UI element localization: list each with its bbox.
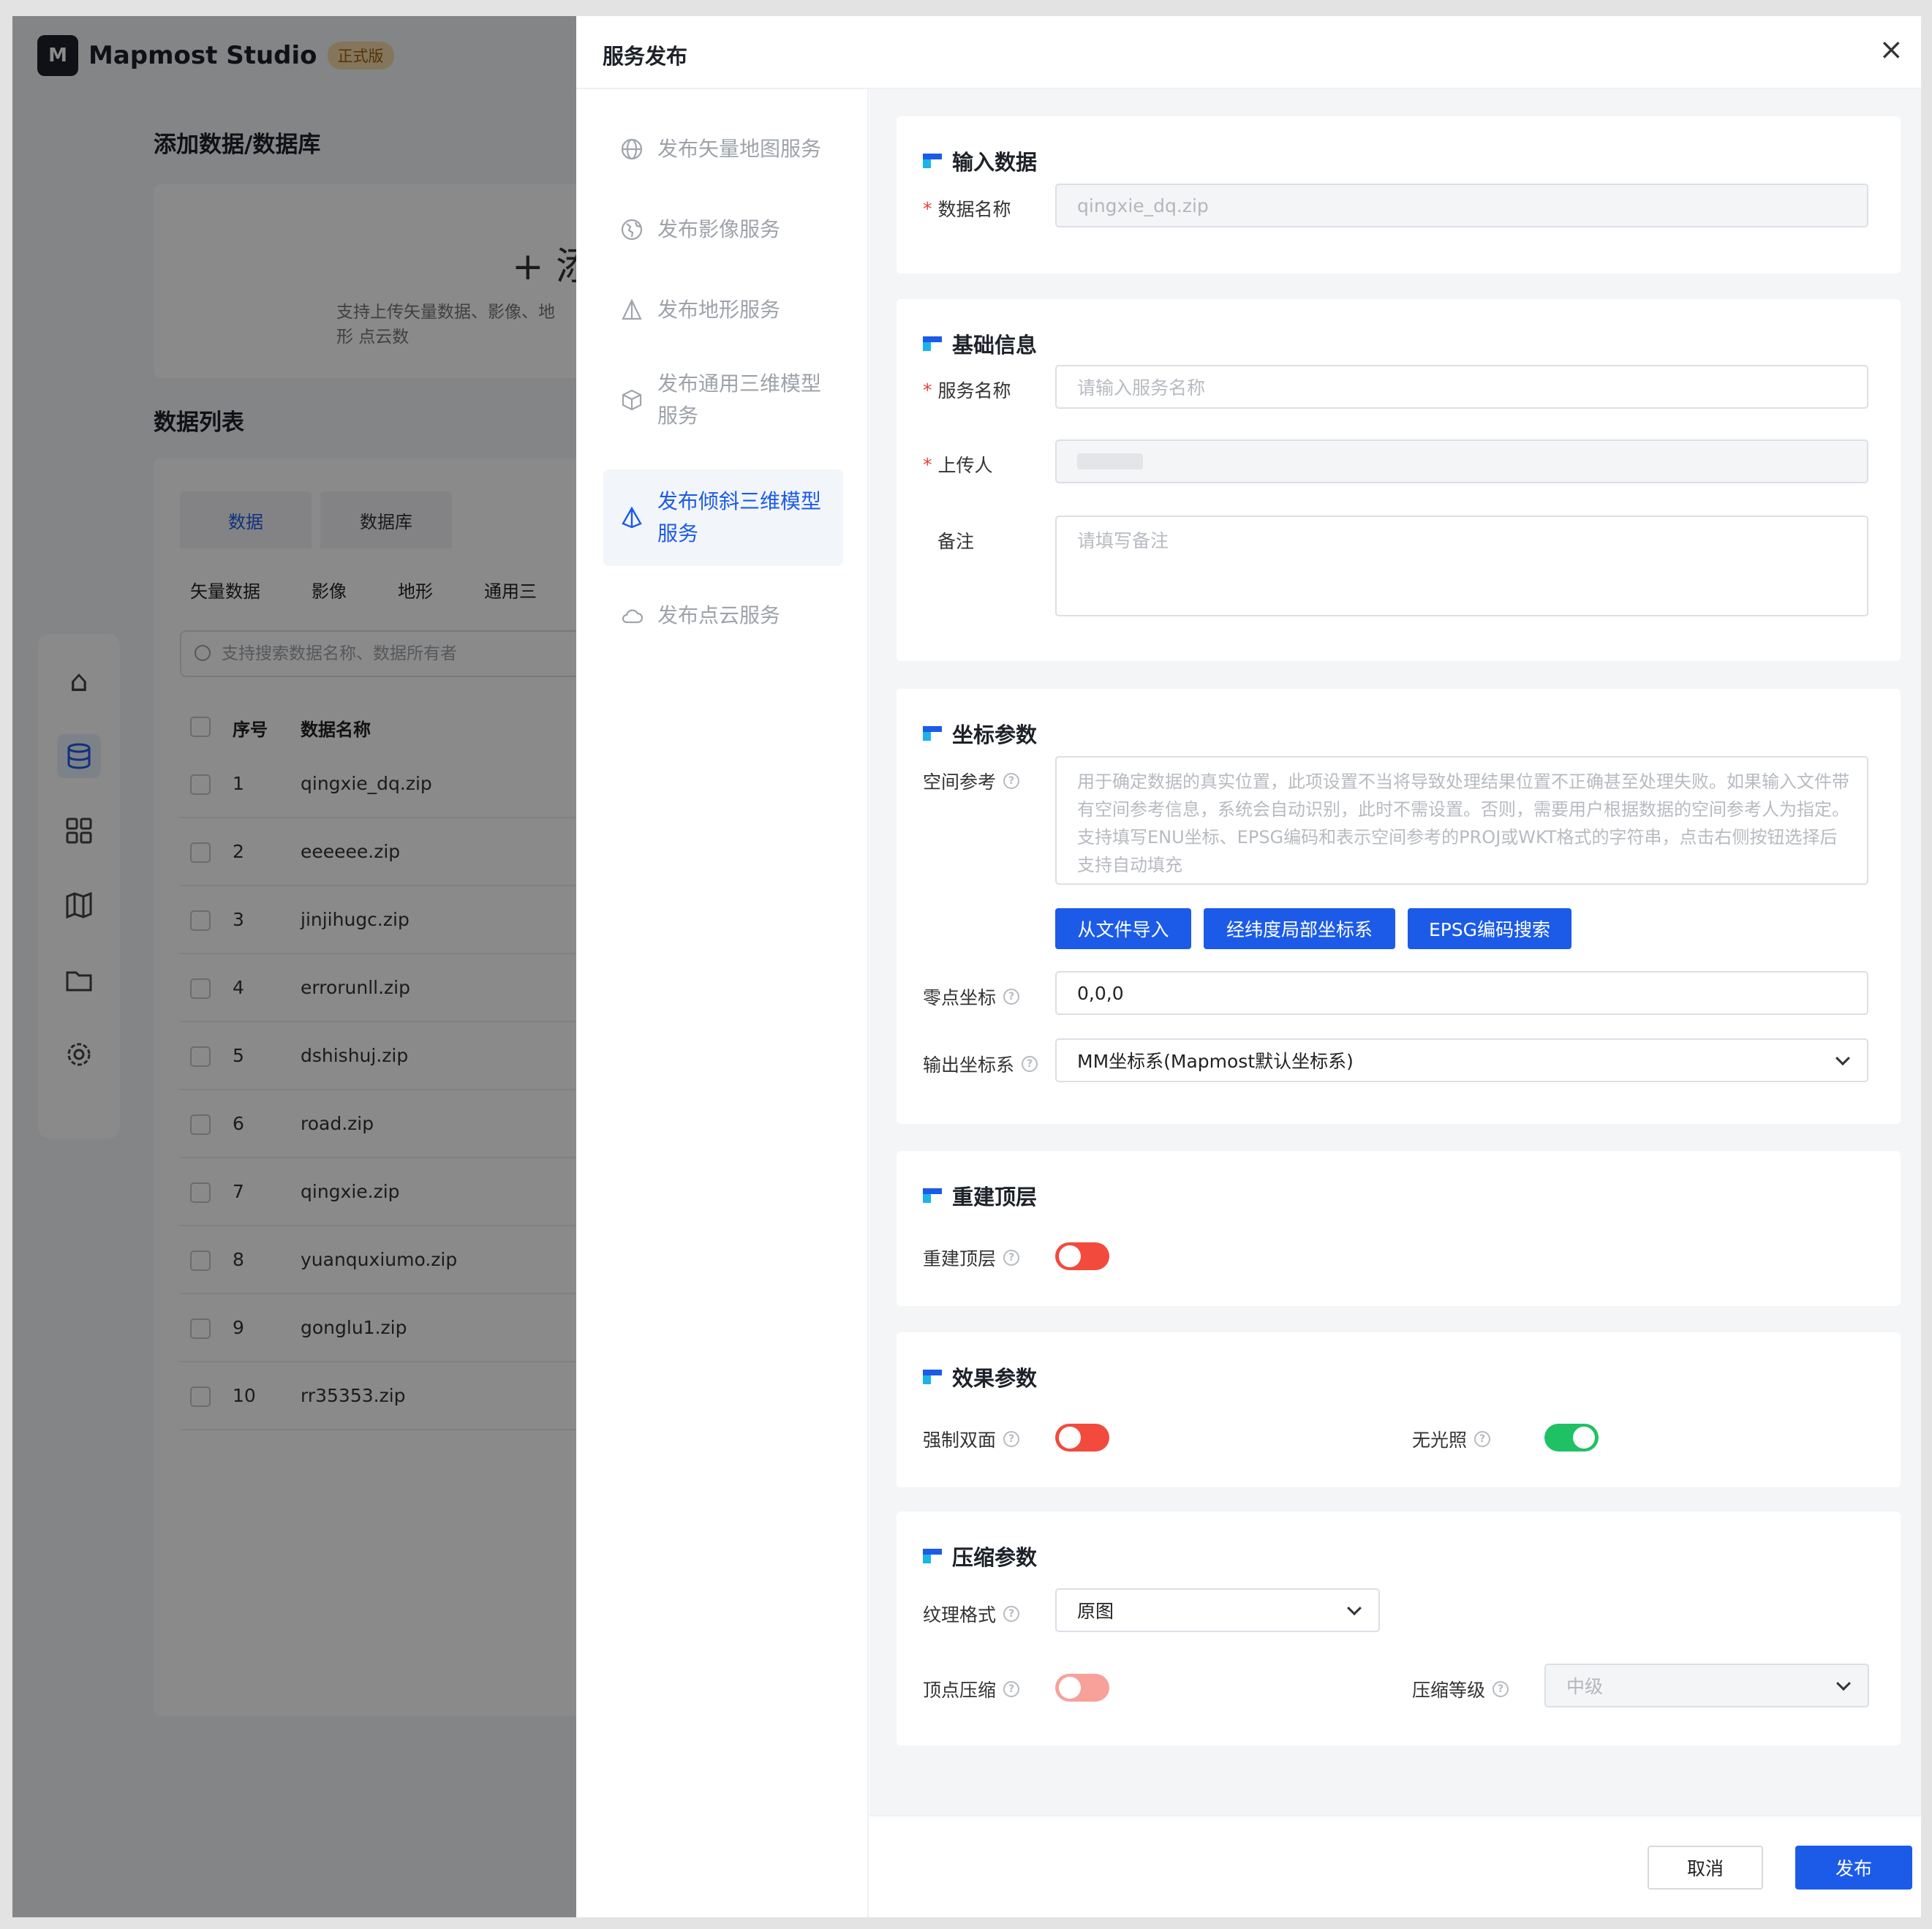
section-title: 坐标参数 bbox=[923, 718, 1037, 749]
vertex-compress-toggle[interactable] bbox=[1055, 1674, 1109, 1702]
help-icon[interactable]: ? bbox=[1474, 1431, 1491, 1447]
cancel-button[interactable]: 取消 bbox=[1648, 1846, 1763, 1890]
section-title: 压缩参数 bbox=[923, 1541, 1037, 1571]
uploader-field bbox=[1055, 439, 1868, 483]
drawer-title: 服务发布 bbox=[603, 44, 688, 69]
section-title: 重建顶层 bbox=[923, 1180, 1037, 1211]
import-from-file-button[interactable]: 从文件导入 bbox=[1055, 908, 1191, 949]
section-basic-info: 基础信息 * 服务名称 请输入服务名称 * 上传人 备注 请填写备注 bbox=[897, 299, 1901, 661]
close-icon[interactable]: × bbox=[1879, 35, 1903, 64]
help-icon[interactable]: ? bbox=[1003, 1606, 1020, 1622]
chevron-down-icon bbox=[1347, 1601, 1362, 1616]
cloud-icon bbox=[619, 603, 644, 628]
toggle-knob bbox=[1059, 1427, 1081, 1449]
help-icon[interactable]: ? bbox=[1003, 773, 1020, 789]
menu-item-vector-map[interactable]: 发布矢量地图服务 bbox=[603, 120, 843, 178]
help-icon[interactable]: ? bbox=[1003, 1681, 1020, 1697]
service-name-input[interactable]: 请输入服务名称 bbox=[1055, 365, 1868, 409]
section-title: 输入数据 bbox=[923, 146, 1037, 176]
help-icon[interactable]: ? bbox=[1022, 1056, 1038, 1072]
publish-form: 输入数据 * 数据名称 qingxie_dq.zip 基础信息 * 服务名称 请输入… bbox=[869, 89, 1921, 1815]
section-mark-icon bbox=[923, 1188, 942, 1203]
epsg-search-button[interactable]: EPSG编码搜索 bbox=[1408, 908, 1571, 949]
section-title: 基础信息 bbox=[923, 328, 1037, 359]
spatial-ref-textarea[interactable]: 用于确定数据的真实位置，此项设置不当将导致处理结果位置不正确甚至处理失败。如果输… bbox=[1055, 756, 1868, 885]
globe-icon bbox=[619, 137, 644, 162]
output-crs-label: 输出坐标系? bbox=[923, 1051, 1038, 1077]
uploader-redacted bbox=[1077, 453, 1143, 469]
remark-label: 备注 bbox=[937, 531, 975, 552]
menu-item-imagery[interactable]: 发布影像服务 bbox=[603, 200, 843, 259]
toggle-knob bbox=[1573, 1427, 1595, 1449]
data-name-field: qingxie_dq.zip bbox=[1055, 184, 1868, 227]
menu-label: 发布地形服务 bbox=[657, 298, 781, 322]
section-mark-icon bbox=[923, 1549, 942, 1563]
toggle-knob bbox=[1059, 1677, 1081, 1699]
section-mark-icon bbox=[923, 336, 942, 351]
help-icon[interactable]: ? bbox=[1003, 989, 1020, 1005]
no-lighting-toggle[interactable] bbox=[1544, 1424, 1599, 1452]
toggle-knob bbox=[1059, 1245, 1081, 1267]
no-lighting-label: 无光照? bbox=[1412, 1426, 1491, 1452]
menu-label: 发布倾斜三维模型服务 bbox=[657, 489, 822, 546]
menu-label: 发布影像服务 bbox=[657, 217, 781, 241]
uploader-label: * 上传人 bbox=[923, 453, 993, 477]
compress-level-label: 压缩等级? bbox=[1412, 1676, 1509, 1702]
help-icon[interactable]: ? bbox=[1003, 1250, 1020, 1266]
section-title: 效果参数 bbox=[923, 1362, 1037, 1392]
service-name-label: * 服务名称 bbox=[923, 379, 1011, 402]
help-icon[interactable]: ? bbox=[1003, 1431, 1020, 1447]
origin-input[interactable]: 0,0,0 bbox=[1055, 971, 1868, 1015]
drawer-header: 服务发布 × bbox=[576, 16, 1921, 89]
pyramid-icon bbox=[619, 505, 644, 530]
section-input-data: 输入数据 * 数据名称 qingxie_dq.zip bbox=[897, 116, 1901, 273]
double-sided-label: 强制双面? bbox=[923, 1426, 1020, 1452]
service-type-menu: 发布矢量地图服务 发布影像服务 发布地形服务 发布通用三维模型服务 发布倾斜三维… bbox=[576, 89, 869, 1917]
menu-item-general-3d[interactable]: 发布通用三维模型服务 bbox=[603, 360, 843, 440]
publish-button[interactable]: 发布 bbox=[1795, 1846, 1912, 1890]
origin-label: 零点坐标? bbox=[923, 984, 1020, 1010]
section-compress: 压缩参数 纹理格式? 原图 顶点压缩? 压缩等级? 中级 bbox=[897, 1511, 1901, 1745]
compress-level-select: 中级 bbox=[1544, 1664, 1869, 1707]
section-coordinate: 坐标参数 空间参考? 用于确定数据的真实位置，此项设置不当将导致处理结果位置不正… bbox=[897, 689, 1901, 1124]
remark-textarea[interactable]: 请填写备注 bbox=[1055, 516, 1868, 616]
section-mark-icon bbox=[923, 1370, 942, 1384]
cube-icon bbox=[619, 388, 644, 412]
help-icon[interactable]: ? bbox=[1493, 1681, 1509, 1697]
terrain-icon bbox=[619, 298, 644, 322]
menu-item-terrain[interactable]: 发布地形服务 bbox=[603, 281, 843, 339]
chevron-down-icon bbox=[1836, 1676, 1851, 1691]
menu-label: 发布通用三维模型服务 bbox=[657, 371, 822, 428]
section-effect: 效果参数 强制双面? 无光照? bbox=[897, 1332, 1901, 1487]
rebuild-top-label: 重建顶层? bbox=[923, 1245, 1020, 1271]
texture-format-select[interactable]: 原图 bbox=[1055, 1588, 1380, 1632]
double-sided-toggle[interactable] bbox=[1055, 1424, 1109, 1452]
texture-format-label: 纹理格式? bbox=[923, 1601, 1020, 1627]
section-mark-icon bbox=[923, 154, 942, 168]
output-crs-select[interactable]: MM坐标系(Mapmost默认坐标系) bbox=[1055, 1038, 1868, 1082]
spatial-ref-label: 空间参考? bbox=[923, 768, 1020, 794]
menu-item-point-cloud[interactable]: 发布点云服务 bbox=[603, 586, 843, 645]
latlon-local-crs-button[interactable]: 经纬度局部坐标系 bbox=[1204, 908, 1395, 949]
rebuild-top-toggle[interactable] bbox=[1055, 1242, 1109, 1270]
section-mark-icon bbox=[923, 726, 942, 741]
data-name-label: * 数据名称 bbox=[923, 197, 1011, 221]
menu-item-oblique-3d[interactable]: 发布倾斜三维模型服务 bbox=[603, 469, 843, 566]
menu-label: 发布点云服务 bbox=[657, 603, 781, 627]
drawer-footer: 取消 发布 bbox=[869, 1815, 1921, 1917]
section-rebuild-top: 重建顶层 重建顶层? bbox=[897, 1151, 1901, 1306]
chevron-down-icon bbox=[1835, 1051, 1850, 1066]
service-publish-drawer: 服务发布 × 发布矢量地图服务 发布影像服务 发布地形服务 发布通用三维模型服务… bbox=[576, 16, 1921, 1917]
vertex-compress-label: 顶点压缩? bbox=[923, 1676, 1020, 1702]
earth-icon bbox=[619, 217, 644, 242]
menu-label: 发布矢量地图服务 bbox=[657, 137, 822, 161]
